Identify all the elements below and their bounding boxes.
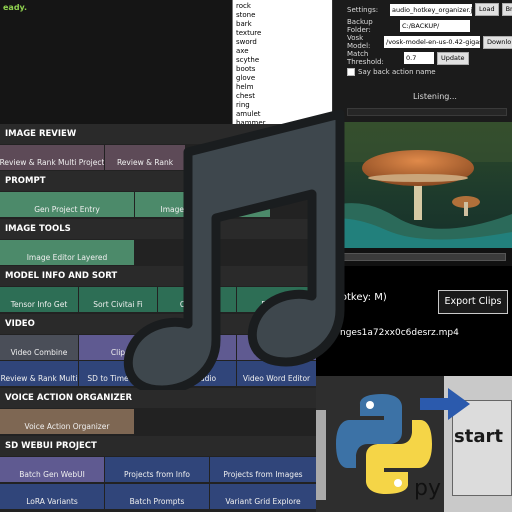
keyword-item[interactable]: stone bbox=[236, 11, 332, 20]
voice-action-organizer-button[interactable]: Voice Action Organizer bbox=[0, 409, 134, 434]
keyword-list-items: rock stone bark texture sword axe scythe boots g… bbox=[233, 0, 332, 128]
start-label: start bbox=[454, 426, 503, 447]
keyword-item[interactable]: helm bbox=[236, 83, 332, 92]
thumbnail-edge bbox=[316, 410, 326, 500]
projects-from-info-button[interactable]: Projects from Info bbox=[105, 457, 209, 482]
variant-grid-explore-button[interactable]: Variant Grid Explore bbox=[210, 484, 316, 509]
load-button[interactable]: Load bbox=[475, 3, 499, 16]
console-status: eady. bbox=[3, 3, 28, 12]
keyword-list[interactable]: rock stone bark texture sword axe scythe boots g… bbox=[232, 0, 332, 128]
video-combine-button[interactable]: Video Combine bbox=[0, 335, 78, 360]
category-button[interactable]: Category bbox=[158, 287, 236, 312]
threshold-label: Match Threshold: bbox=[347, 50, 384, 66]
keyword-item[interactable]: amulet bbox=[236, 110, 332, 119]
review-rank-video-button[interactable]: Review & Rank Multi bbox=[0, 361, 78, 386]
keyword-item[interactable]: texture bbox=[236, 29, 332, 38]
review-rank-button[interactable]: Review & Rank bbox=[105, 145, 185, 170]
settings-file-input[interactable]: audio_hotkey_organizer.json bbox=[390, 3, 472, 16]
keyword-item[interactable]: ring bbox=[236, 101, 332, 110]
tensor-info-button[interactable]: Tensor Info Get bbox=[0, 287, 78, 312]
image-preview bbox=[316, 122, 512, 248]
section-voice-action: VOICE ACTION ORGANIZER bbox=[0, 388, 316, 408]
checkbox-icon[interactable] bbox=[347, 68, 355, 76]
keyword-item[interactable]: boots bbox=[236, 65, 332, 74]
clip-button[interactable]: Clip bbox=[79, 335, 157, 360]
section-video: VIDEO bbox=[0, 314, 316, 334]
video-seek-bar[interactable] bbox=[316, 248, 512, 266]
batch-prompts-button[interactable]: Batch Prompts bbox=[105, 484, 209, 509]
lora-variants-button[interactable]: LoRA Variants bbox=[0, 484, 104, 509]
section-prompt: PROMPT bbox=[0, 171, 316, 191]
py-label: py bbox=[414, 476, 441, 501]
tool-launcher-panel: IMAGE REVIEW Review & Rank Multi Project… bbox=[0, 124, 316, 512]
keyword-item[interactable]: sword bbox=[236, 38, 332, 47]
threshold-input[interactable]: 0.7 bbox=[404, 52, 434, 64]
download-model-button[interactable]: Downlo bbox=[483, 35, 512, 49]
vosk-row: Vosk Model: /vosk-model-en-us-0.42-gigas… bbox=[347, 34, 512, 50]
keyword-item[interactable]: bark bbox=[236, 20, 332, 29]
composite-button[interactable]: Composite bbox=[158, 335, 236, 360]
update-button[interactable]: Update bbox=[437, 51, 469, 65]
clip-controls: er (Hotkey: M) Export Clips nges1a72xx0c… bbox=[316, 266, 512, 376]
keyword-item[interactable]: chest bbox=[236, 92, 332, 101]
add-audio-button[interactable]: Add Audio bbox=[158, 361, 236, 386]
remove-button[interactable]: Remove bbox=[237, 287, 316, 312]
sd-timelapse-button[interactable]: SD to Timelapse bbox=[79, 361, 157, 386]
say-back-label: Say back action name bbox=[358, 68, 436, 76]
video-word-editor-button[interactable]: Video Word Editor bbox=[237, 361, 316, 386]
backup-row: Backup Folder: C:/BACKUP/ bbox=[347, 18, 470, 34]
current-filename: nges1a72xx0c6desrz.mp4 bbox=[340, 328, 459, 338]
keyword-item[interactable]: rock bbox=[236, 2, 332, 11]
keyword-item[interactable]: axe bbox=[236, 47, 332, 56]
section-sd-webui: SD WEBUI PROJECT bbox=[0, 436, 316, 456]
keyword-item[interactable]: glove bbox=[236, 74, 332, 83]
vosk-model-input[interactable]: /vosk-model-en-us-0.42-gigasp bbox=[384, 36, 480, 48]
gen-project-entry-button[interactable]: Gen Project Entry bbox=[0, 192, 134, 217]
section-image-tools: IMAGE TOOLS bbox=[0, 219, 316, 239]
section-image-review: IMAGE REVIEW bbox=[0, 124, 316, 144]
section-model-info: MODEL INFO AND SORT bbox=[0, 266, 316, 286]
console-output: eady. bbox=[0, 0, 232, 128]
batch-gen-webui-button[interactable]: Batch Gen WebUI bbox=[0, 457, 104, 482]
threshold-row: Match Threshold: 0.7 Update bbox=[347, 50, 469, 66]
backup-folder-input[interactable]: C:/BACKUP/ bbox=[400, 20, 470, 32]
say-back-row: Say back action name bbox=[347, 68, 436, 76]
settings-label: Settings: bbox=[347, 5, 379, 14]
audio-level-bar bbox=[347, 108, 507, 116]
mark-clip-hotkey-label[interactable]: er (Hotkey: M) bbox=[316, 292, 387, 303]
webp-button[interactable]: WebP bbox=[237, 335, 316, 360]
image-editor-layered-button[interactable]: Image Editor Layered bbox=[0, 240, 134, 265]
listening-status: Listening... bbox=[413, 92, 457, 101]
projects-from-images-button[interactable]: Projects from Images bbox=[210, 457, 316, 482]
browse-settings-button[interactable]: Brow bbox=[501, 3, 512, 16]
seek-track[interactable] bbox=[320, 253, 506, 261]
settings-panel: Settings: audio_hotkey_organizer.json Lo… bbox=[332, 0, 512, 122]
review-rank-multi-button[interactable]: Review & Rank Multi Project bbox=[0, 145, 104, 170]
vosk-label: Vosk Model: bbox=[347, 34, 371, 50]
export-clips-button[interactable]: Export Clips bbox=[438, 290, 508, 314]
backup-label: Backup Folder: bbox=[347, 18, 373, 34]
keyword-item[interactable]: scythe bbox=[236, 56, 332, 65]
settings-row: Settings: audio_hotkey_organizer.json Lo… bbox=[347, 3, 512, 16]
sort-civitai-button[interactable]: Sort Civitai Fi bbox=[79, 287, 157, 312]
image-to-prompt-button[interactable]: Image To Prompt Tools bbox=[135, 192, 270, 217]
